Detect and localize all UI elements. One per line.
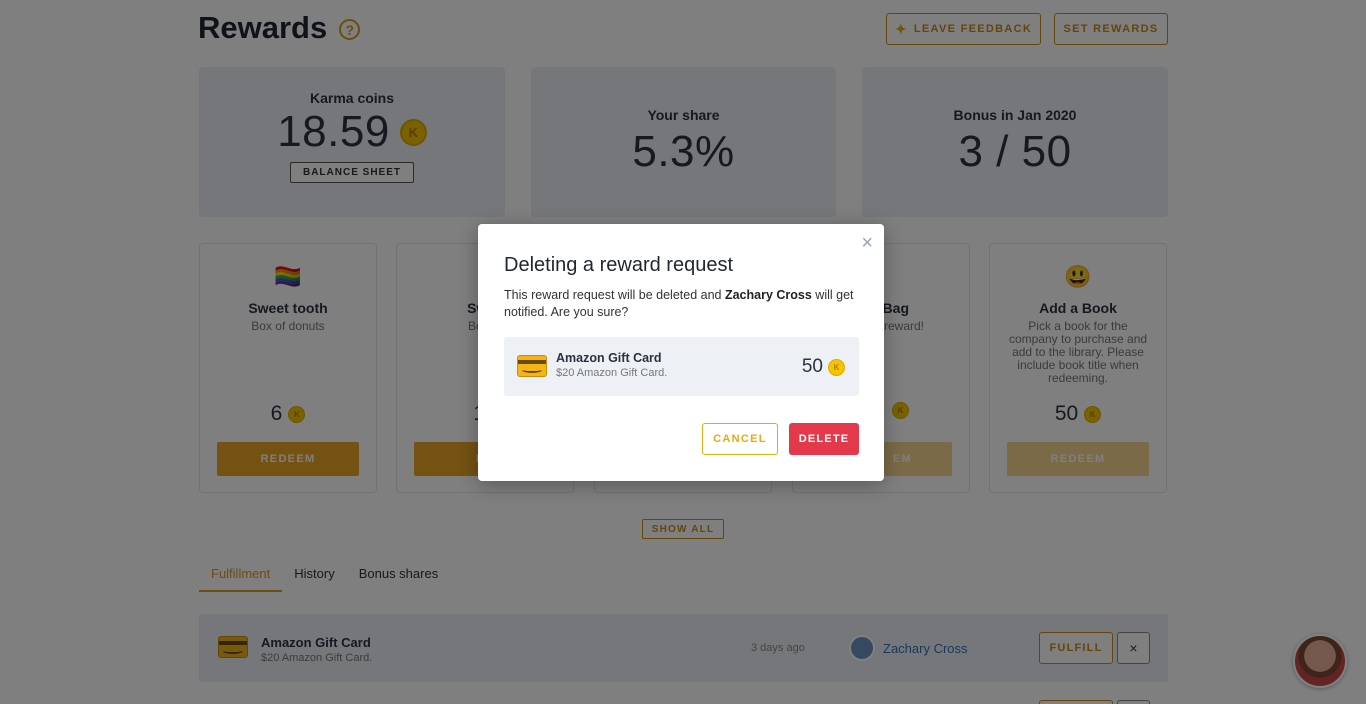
dialog-title: Deleting a reward request (504, 254, 734, 276)
gift-card-icon (517, 355, 547, 377)
dialog-item-title: Amazon Gift Card (556, 351, 662, 365)
dialog-message-start: This reward request will be deleted and (504, 288, 725, 302)
coin-icon: K (828, 358, 845, 376)
dialog-item-price-value: 50 (801, 356, 823, 377)
delete-request-dialog: × Deleting a reward request This reward … (478, 224, 884, 481)
dialog-item-price: 50 K (802, 356, 845, 378)
dialog-item-subtitle: $20 Amazon Gift Card. (556, 367, 668, 379)
dialog-reward-item: Amazon Gift Card $20 Amazon Gift Card. 5… (504, 337, 859, 396)
dialog-user-name: Zachary Cross (724, 288, 812, 302)
dialog-message: This reward request will be deleted and … (504, 287, 864, 321)
cancel-button[interactable]: CANCEL (702, 423, 778, 455)
close-icon[interactable]: × (861, 233, 873, 253)
delete-button[interactable]: DELETE (789, 423, 859, 455)
